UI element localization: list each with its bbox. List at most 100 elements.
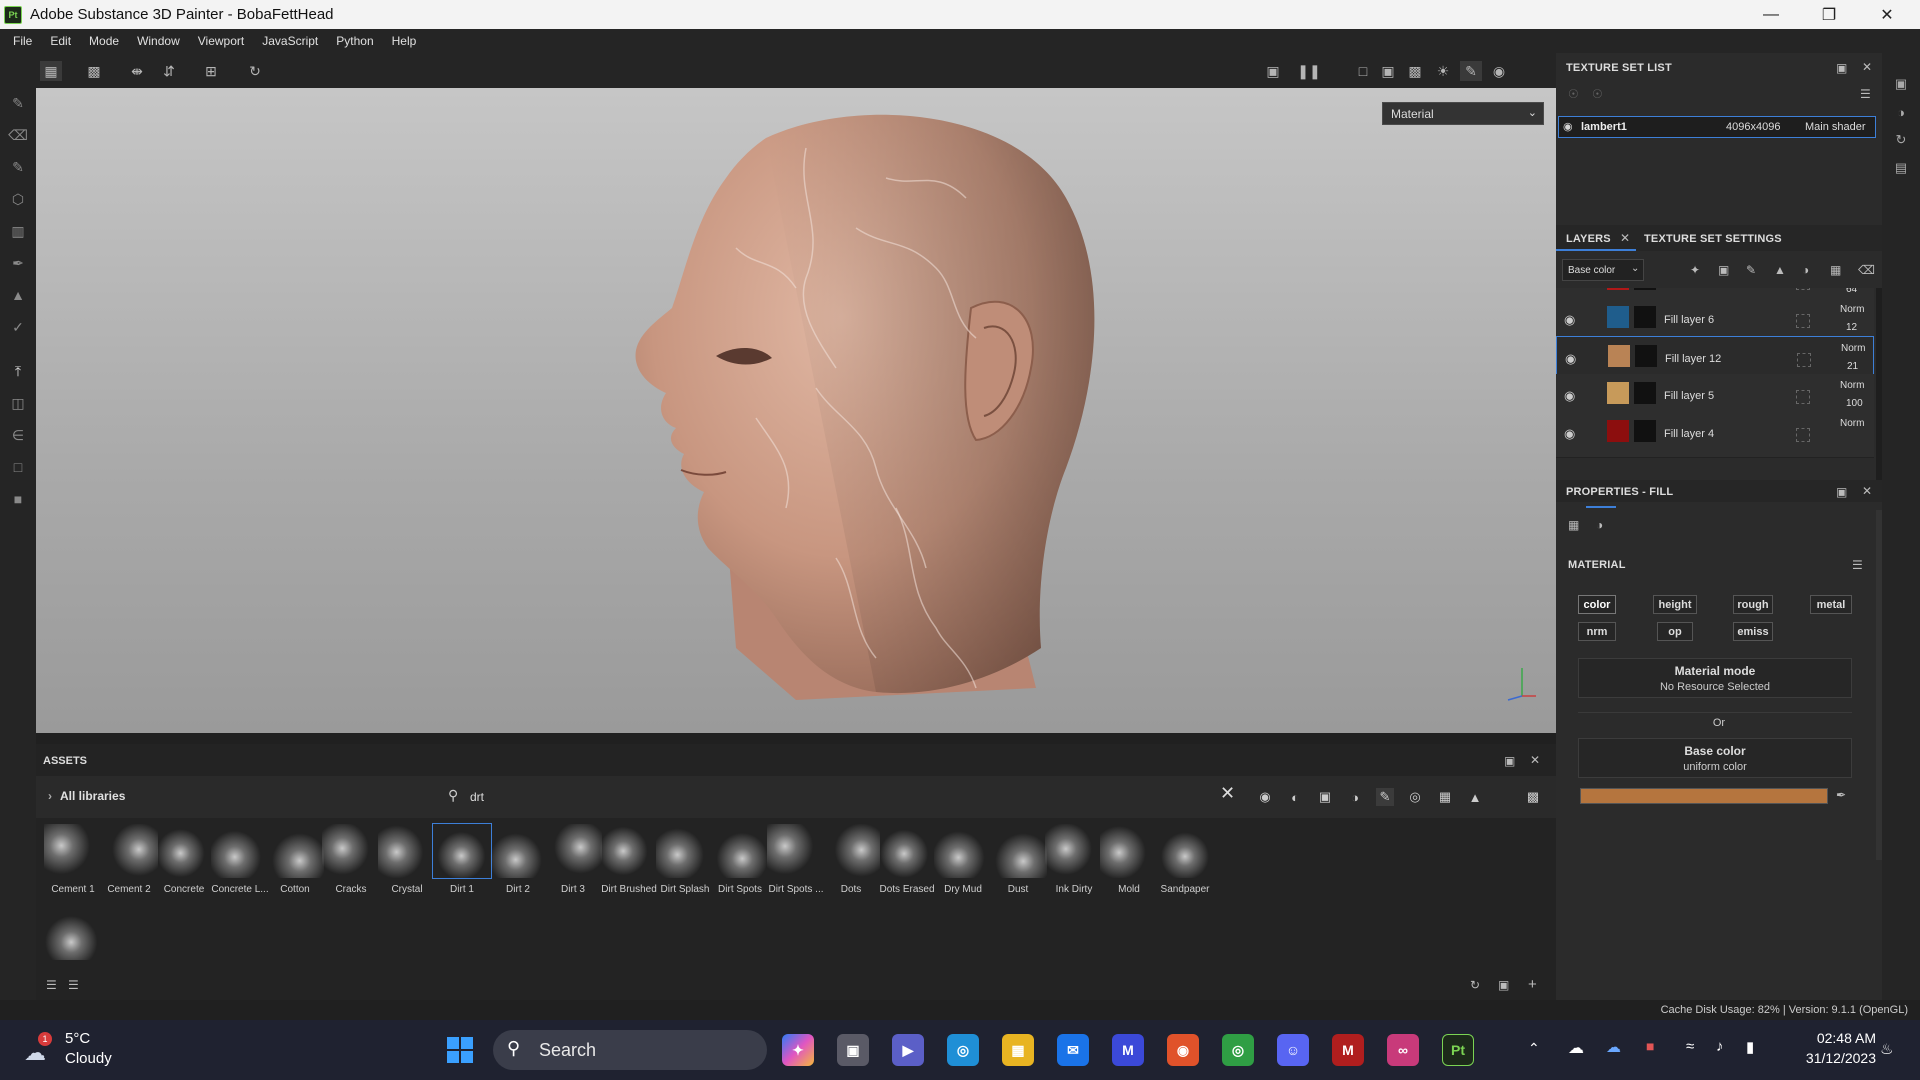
channel-dropdown[interactable]: Base color ⌄	[1562, 259, 1644, 281]
delete-layer-icon[interactable]: ⌫	[1858, 263, 1875, 277]
screenshot-button[interactable]: ◉	[1488, 61, 1510, 81]
smudge-tool[interactable]: ▥	[8, 221, 28, 241]
history-icon[interactable]: ↻	[1892, 131, 1910, 149]
clock-date[interactable]: 31/12/2023	[1786, 1050, 1876, 1066]
epic-app[interactable]: M	[1332, 1034, 1364, 1066]
eyedropper-icon[interactable]: ✒	[1836, 788, 1846, 802]
creative-cloud-app[interactable]: ∞	[1387, 1034, 1419, 1066]
material-tab-icon[interactable]: ◑	[1596, 518, 1603, 532]
select-mode-button[interactable]: ▦	[40, 61, 62, 81]
onedrive-icon[interactable]: ☁	[1568, 1038, 1584, 1058]
layer-mask-slot[interactable]	[1796, 314, 1810, 328]
menu-mode[interactable]: Mode	[80, 34, 128, 48]
hide-ui-button[interactable]: ▣	[1262, 61, 1284, 81]
channel-color-toggle[interactable]: color	[1578, 595, 1616, 614]
float-panel-icon[interactable]: ▣	[1836, 485, 1847, 499]
filter-smart-masks-icon[interactable]: ◑	[1346, 788, 1364, 806]
texture-set-list-icon[interactable]: ▣	[1892, 75, 1910, 93]
pause-button[interactable]: ❚❚	[1297, 61, 1320, 81]
layer-mask-slot[interactable]	[1796, 428, 1810, 442]
weather-widget[interactable]: ☁ 1	[20, 1032, 56, 1068]
assets-search-input[interactable]	[470, 786, 1250, 808]
stamp-tool[interactable]: ▲	[8, 285, 28, 305]
float-panel-icon[interactable]: ▣	[1836, 61, 1847, 75]
layer-mask-slot[interactable]	[1797, 353, 1811, 367]
duckduckgo-app[interactable]: ◉	[1167, 1034, 1199, 1066]
hide-all-icon[interactable]: ☉	[1568, 87, 1579, 101]
bake-tool[interactable]: ◫	[8, 393, 28, 413]
add-fill-layer-icon[interactable]: ▲	[1774, 263, 1786, 277]
menu-window[interactable]: Window	[128, 34, 189, 48]
chevron-up-icon[interactable]: ⌃	[1528, 1040, 1540, 1057]
layer-opacity[interactable]: 100	[1846, 398, 1863, 409]
layer-mask-slot[interactable]	[1796, 288, 1810, 290]
channel-height-toggle[interactable]: height	[1653, 595, 1697, 614]
export-tool[interactable]: ⤒	[8, 361, 28, 381]
float-panel-icon[interactable]: ▣	[1504, 754, 1515, 768]
close-panel-icon[interactable]: ✕	[1530, 753, 1540, 767]
task-view-app[interactable]: ▣	[837, 1034, 869, 1066]
paint-brush-tool[interactable]: ✎	[8, 93, 28, 113]
add-folder-icon[interactable]: ▦	[1830, 263, 1841, 277]
clock-time[interactable]: 02:48 AM	[1796, 1030, 1876, 1046]
measure-tool[interactable]: ∈	[8, 425, 28, 445]
clone-tool[interactable]: ✒	[8, 253, 28, 273]
refresh-icon[interactable]: ↻	[1470, 978, 1480, 992]
documentation-tool[interactable]: □	[8, 457, 28, 477]
add-button[interactable]: ⊞	[200, 61, 222, 81]
add-asset-icon[interactable]: +	[1528, 976, 1537, 993]
volume-icon[interactable]: ♪	[1716, 1038, 1724, 1055]
camera-button[interactable]: ▩	[1404, 61, 1426, 81]
projection-tool[interactable]: ✎	[8, 157, 28, 177]
folder-icon[interactable]: ▣	[1498, 978, 1509, 992]
layer-row[interactable]: ◉ Fill layer 4 Norm	[1556, 412, 1874, 458]
channel-op-toggle[interactable]: op	[1657, 622, 1693, 641]
channel-nrm-toggle[interactable]: nrm	[1578, 622, 1616, 641]
menu-edit[interactable]: Edit	[41, 34, 80, 48]
fill-settings-tab-icon[interactable]: ▦	[1568, 518, 1579, 532]
layer-blend-mode[interactable]: Norm	[1840, 418, 1864, 429]
taskbar-search[interactable]: ⚲ Search	[493, 1030, 767, 1070]
view-2d-button[interactable]: □	[1352, 61, 1374, 81]
symmetry-y-button[interactable]: ⇵	[158, 61, 180, 81]
layer-blend-mode[interactable]: Norm	[1840, 304, 1864, 315]
close-button[interactable]: ✕	[1858, 0, 1916, 29]
menu-file[interactable]: File	[4, 34, 41, 48]
battery-icon[interactable]: ▮	[1746, 1038, 1754, 1056]
menu-python[interactable]: Python	[327, 34, 382, 48]
wifi-icon[interactable]: ≈	[1686, 1038, 1694, 1055]
layer-opacity[interactable]: 64	[1846, 288, 1857, 295]
eye-icon[interactable]: ◉	[1564, 426, 1575, 442]
clear-search-icon[interactable]: ✕	[1220, 783, 1235, 804]
view-3d-button[interactable]: ▣	[1377, 61, 1399, 81]
display-mode-dropdown[interactable]: Material ⌄	[1382, 102, 1544, 125]
app-tray-icon[interactable]: ■	[1646, 1038, 1654, 1054]
list-view-icon[interactable]: ☰	[46, 978, 57, 992]
restore-button[interactable]: ❐	[1800, 0, 1858, 29]
3d-viewport[interactable]: Material ⌄	[36, 88, 1556, 733]
file-explorer-app[interactable]: ▦	[1002, 1034, 1034, 1066]
channel-metal-toggle[interactable]: metal	[1810, 595, 1852, 614]
cloud-sync-icon[interactable]: ☁	[1606, 1038, 1621, 1056]
mail-app[interactable]: ✉	[1057, 1034, 1089, 1066]
menu-icon[interactable]: ☰	[1852, 558, 1863, 572]
menu-icon[interactable]: ☰	[1860, 87, 1871, 101]
eye-icon[interactable]: ◉	[1565, 351, 1576, 367]
layer-blend-mode[interactable]: Norm	[1840, 380, 1864, 391]
filter-smart-materials-icon[interactable]: ◐	[1286, 788, 1304, 806]
edge-app[interactable]: ◎	[947, 1034, 979, 1066]
add-effect-icon[interactable]: ✦	[1690, 263, 1700, 277]
tab-texture-set-settings[interactable]: TEXTURE SET SETTINGS	[1644, 233, 1782, 245]
close-panel-icon[interactable]: ✕	[1862, 60, 1872, 74]
menu-viewport[interactable]: Viewport	[189, 34, 253, 48]
maya-app[interactable]: M	[1112, 1034, 1144, 1066]
copilot-app[interactable]: ✦	[782, 1034, 814, 1066]
chrome-app[interactable]: ◎	[1222, 1034, 1254, 1066]
filter-alphas-icon[interactable]: ◎	[1406, 788, 1424, 806]
log-icon[interactable]: ▤	[1892, 159, 1910, 177]
filter-textures-icon[interactable]: ▦	[1436, 788, 1454, 806]
filter-materials-icon[interactable]: ◉	[1256, 788, 1274, 806]
learn-tool[interactable]: ■	[8, 489, 28, 509]
layer-opacity[interactable]: 21	[1847, 361, 1858, 372]
material-mode-box[interactable]: Material mode No Resource Selected	[1578, 658, 1852, 698]
